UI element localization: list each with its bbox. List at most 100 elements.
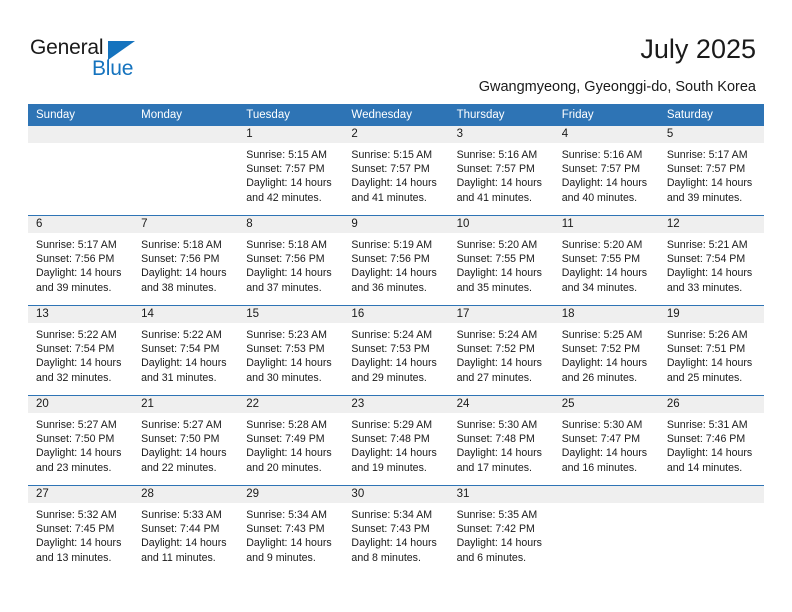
daylight-text-line1: Daylight: 14 hours: [36, 447, 122, 460]
calendar-day-cell[interactable]: 22 Sunrise: 5:28 AM Sunset: 7:49 PM Dayligh…: [238, 395, 344, 486]
daylight-text-line1: Daylight: 14 hours: [141, 267, 227, 280]
day-sun-info: Sunrise: 5:20 AM Sunset: 7:55 PM Daylight:…: [449, 233, 554, 295]
calendar-day-cell[interactable]: 20 Sunrise: 5:27 AM Sunset: 7:50 PM Dayligh…: [28, 395, 134, 486]
calendar-day-cell[interactable]: 10 Sunrise: 5:20 AM Sunset: 7:55 PM Dayligh…: [448, 215, 554, 306]
daylight-text-line2: and 29 minutes.: [351, 371, 427, 384]
weekday-header-monday: Monday: [133, 104, 239, 126]
calendar-day-cell[interactable]: 14 Sunrise: 5:22 AM Sunset: 7:54 PM Dayligh…: [133, 305, 239, 396]
calendar-day-cell[interactable]: 2 Sunrise: 5:15 AM Sunset: 7:57 PM Daylight…: [343, 126, 449, 216]
calendar-day-cell[interactable]: 1 Sunrise: 5:15 AM Sunset: 7:57 PM Daylight…: [238, 126, 344, 216]
sunset-text: Sunset: 7:57 PM: [246, 163, 325, 176]
calendar-day-cell[interactable]: 27 Sunrise: 5:32 AM Sunset: 7:45 PM Dayligh…: [28, 485, 134, 575]
day-number: 24: [448, 396, 554, 413]
weekday-header-wednesday: Wednesday: [343, 104, 449, 126]
day-sun-info: Sunrise: 5:28 AM Sunset: 7:49 PM Daylight:…: [238, 413, 343, 475]
sunset-text: Sunset: 7:48 PM: [456, 433, 535, 446]
daylight-text-line1: Daylight: 14 hours: [456, 447, 542, 460]
generalblue-logo[interactable]: General Blue: [30, 36, 170, 84]
calendar-day-cell[interactable]: 3 Sunrise: 5:16 AM Sunset: 7:57 PM Daylight…: [448, 126, 554, 216]
weekday-header-tuesday: Tuesday: [238, 104, 344, 126]
daylight-text-line2: and 8 minutes.: [351, 551, 421, 564]
sunrise-text: Sunrise: 5:25 AM: [561, 329, 643, 341]
daylight-text-line1: Daylight: 14 hours: [36, 267, 122, 280]
sunrise-text: Sunrise: 5:32 AM: [36, 509, 117, 521]
sunrise-text: Sunrise: 5:20 AM: [561, 239, 643, 251]
daylight-text-line2: and 41 minutes.: [351, 191, 427, 204]
calendar-day-cell[interactable]: 8 Sunrise: 5:18 AM Sunset: 7:56 PM Daylight…: [238, 215, 344, 306]
daylight-text-line1: Daylight: 14 hours: [666, 447, 753, 460]
sunrise-text: Sunrise: 5:18 AM: [141, 239, 222, 251]
day-number: 13: [28, 306, 134, 323]
calendar-day-cell[interactable]: 12 Sunrise: 5:21 AM Sunset: 7:54 PM Dayligh…: [658, 215, 764, 306]
calendar-day-cell[interactable]: 18 Sunrise: 5:25 AM Sunset: 7:52 PM Dayligh…: [553, 305, 659, 396]
daylight-text-line1: Daylight: 14 hours: [456, 357, 542, 370]
calendar-page: General Blue July 2025 Gwangmyeong, Gyeo…: [0, 0, 792, 612]
calendar-day-cell[interactable]: 5 Sunrise: 5:17 AM Sunset: 7:57 PM Daylight…: [658, 126, 764, 216]
calendar-day-cell[interactable]: 26 Sunrise: 5:31 AM Sunset: 7:46 PM Dayligh…: [658, 395, 764, 486]
sunset-text: Sunset: 7:54 PM: [141, 343, 220, 356]
calendar-day-cell[interactable]: 17 Sunrise: 5:24 AM Sunset: 7:52 PM Dayligh…: [448, 305, 554, 396]
day-sun-info: Sunrise: 5:15 AM Sunset: 7:57 PM Daylight:…: [238, 143, 343, 205]
calendar-day-cell[interactable]: 13 Sunrise: 5:22 AM Sunset: 7:54 PM Dayligh…: [28, 305, 134, 396]
daylight-text-line1: Daylight: 14 hours: [561, 357, 648, 370]
sunrise-text: Sunrise: 5:28 AM: [246, 419, 327, 431]
calendar-week-row: 1 Sunrise: 5:15 AM Sunset: 7:57 PM Daylight…: [28, 126, 764, 216]
sunrise-text: Sunrise: 5:24 AM: [351, 329, 433, 341]
calendar-week-row: 20 Sunrise: 5:27 AM Sunset: 7:50 PM Dayligh…: [28, 395, 764, 486]
calendar-day-cell[interactable]: 23 Sunrise: 5:29 AM Sunset: 7:48 PM Dayligh…: [343, 395, 449, 486]
sunrise-text: Sunrise: 5:23 AM: [246, 329, 327, 341]
daylight-text-line1: Daylight: 14 hours: [246, 267, 332, 280]
sunrise-text: Sunrise: 5:24 AM: [456, 329, 538, 341]
calendar-day-cell[interactable]: 30 Sunrise: 5:34 AM Sunset: 7:43 PM Dayligh…: [343, 485, 449, 575]
calendar-body: 1 Sunrise: 5:15 AM Sunset: 7:57 PM Daylight…: [28, 126, 764, 575]
day-sun-info: Sunrise: 5:18 AM Sunset: 7:56 PM Daylight:…: [133, 233, 238, 295]
sunrise-text: Sunrise: 5:30 AM: [561, 419, 643, 431]
sunrise-text: Sunrise: 5:16 AM: [561, 149, 643, 161]
daylight-text-line1: Daylight: 14 hours: [141, 537, 227, 550]
daylight-text-line1: Daylight: 14 hours: [666, 357, 753, 370]
day-sun-info: Sunrise: 5:17 AM Sunset: 7:57 PM Daylight:…: [659, 143, 764, 205]
daylight-text-line1: Daylight: 14 hours: [561, 447, 648, 460]
sunset-text: Sunset: 7:57 PM: [351, 163, 430, 176]
sunrise-text: Sunrise: 5:33 AM: [141, 509, 222, 521]
day-number: 25: [553, 396, 659, 413]
day-sun-info: Sunrise: 5:25 AM Sunset: 7:52 PM Daylight:…: [554, 323, 659, 385]
calendar-day-cell[interactable]: 11 Sunrise: 5:20 AM Sunset: 7:55 PM Dayligh…: [553, 215, 659, 306]
weekday-header-sunday: Sunday: [28, 104, 134, 126]
sunrise-text: Sunrise: 5:21 AM: [666, 239, 748, 251]
day-sun-info: Sunrise: 5:24 AM Sunset: 7:53 PM Daylight:…: [343, 323, 448, 385]
daylight-text-line1: Daylight: 14 hours: [351, 267, 437, 280]
sunset-text: Sunset: 7:47 PM: [561, 433, 641, 446]
day-number: 21: [133, 396, 239, 413]
calendar-day-cell[interactable]: 29 Sunrise: 5:34 AM Sunset: 7:43 PM Dayligh…: [238, 485, 344, 575]
calendar-day-cell[interactable]: 31 Sunrise: 5:35 AM Sunset: 7:42 PM Dayligh…: [448, 485, 554, 575]
calendar-day-cell[interactable]: 9 Sunrise: 5:19 AM Sunset: 7:56 PM Daylight…: [343, 215, 449, 306]
daylight-text-line2: and 6 minutes.: [456, 551, 527, 564]
calendar-day-cell[interactable]: 21 Sunrise: 5:27 AM Sunset: 7:50 PM Dayligh…: [133, 395, 239, 486]
calendar-header-row: Sunday Monday Tuesday Wednesday Thursday…: [28, 104, 764, 126]
sunset-text: Sunset: 7:45 PM: [36, 523, 115, 536]
calendar-day-cell[interactable]: 25 Sunrise: 5:30 AM Sunset: 7:47 PM Dayligh…: [553, 395, 659, 486]
calendar-day-cell[interactable]: 7 Sunrise: 5:18 AM Sunset: 7:56 PM Daylight…: [133, 215, 239, 306]
calendar-day-cell[interactable]: 4 Sunrise: 5:16 AM Sunset: 7:57 PM Daylight…: [553, 126, 659, 216]
daylight-text-line2: and 37 minutes.: [246, 281, 322, 294]
day-sun-info: Sunrise: 5:29 AM Sunset: 7:48 PM Daylight:…: [343, 413, 448, 475]
calendar-day-cell[interactable]: 6 Sunrise: 5:17 AM Sunset: 7:56 PM Daylight…: [28, 215, 134, 306]
day-sun-info: Sunrise: 5:17 AM Sunset: 7:56 PM Daylight:…: [28, 233, 133, 295]
day-number: 28: [133, 486, 239, 503]
calendar-day-cell[interactable]: 28 Sunrise: 5:33 AM Sunset: 7:44 PM Dayligh…: [133, 485, 239, 575]
day-number: [553, 486, 659, 503]
daylight-text-line2: and 30 minutes.: [246, 371, 322, 384]
calendar-day-cell[interactable]: 19 Sunrise: 5:26 AM Sunset: 7:51 PM Dayligh…: [658, 305, 764, 396]
daylight-text-line1: Daylight: 14 hours: [351, 537, 437, 550]
page-title: July 2025: [640, 34, 756, 64]
daylight-text-line1: Daylight: 14 hours: [351, 357, 437, 370]
calendar-day-cell[interactable]: 24 Sunrise: 5:30 AM Sunset: 7:48 PM Dayligh…: [448, 395, 554, 486]
day-number: 27: [28, 486, 134, 503]
sunrise-text: Sunrise: 5:29 AM: [351, 419, 433, 431]
day-number: 12: [658, 216, 764, 233]
calendar-day-cell[interactable]: 15 Sunrise: 5:23 AM Sunset: 7:53 PM Dayligh…: [238, 305, 344, 396]
calendar-day-cell[interactable]: 16 Sunrise: 5:24 AM Sunset: 7:53 PM Dayligh…: [343, 305, 449, 396]
calendar-week-row: 6 Sunrise: 5:17 AM Sunset: 7:56 PM Daylight…: [28, 215, 764, 306]
day-sun-info: Sunrise: 5:27 AM Sunset: 7:50 PM Daylight:…: [133, 413, 238, 475]
